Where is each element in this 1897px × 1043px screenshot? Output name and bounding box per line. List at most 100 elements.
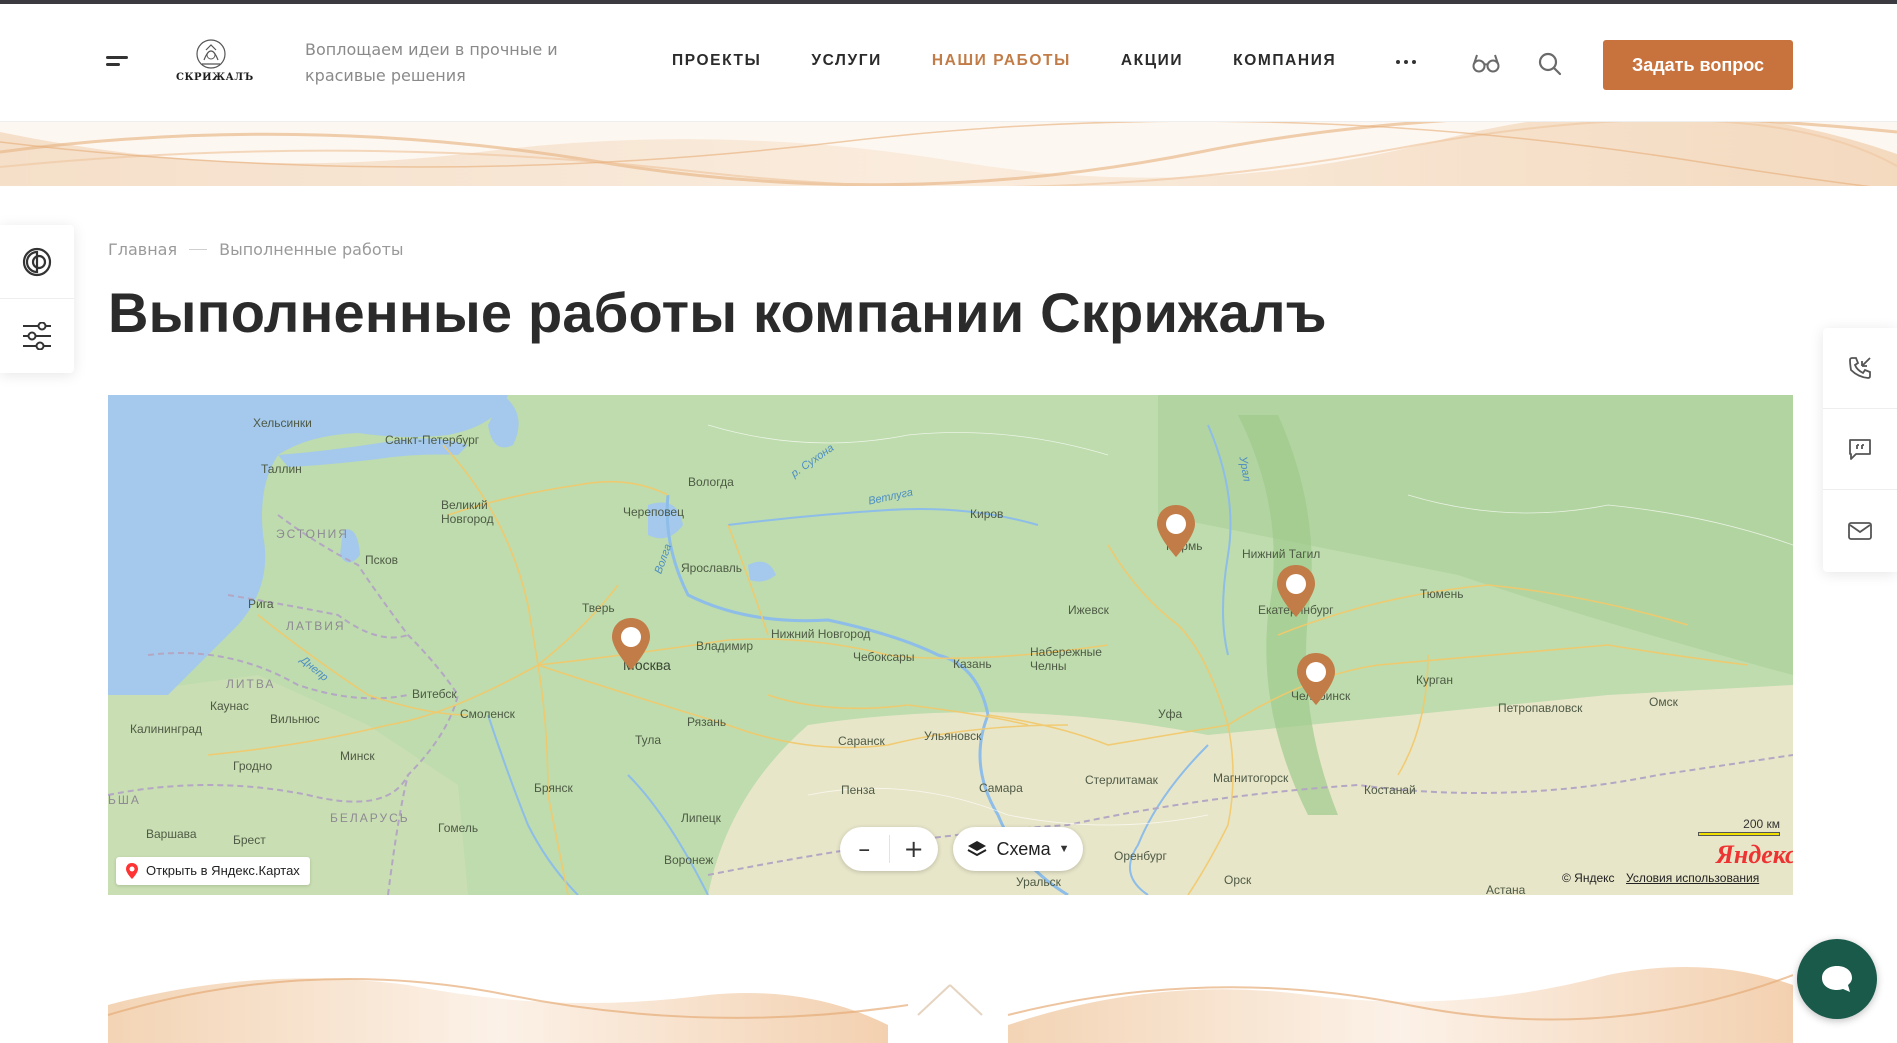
chat-icon bbox=[1822, 966, 1852, 992]
city-label: Брест bbox=[233, 833, 266, 847]
works-map[interactable]: ЭСТОНИЯ ЛАТВИЯ ЛИТВА БЕЛАРУСЬ ЬША р. Сух… bbox=[108, 395, 1793, 895]
map-pin-icon[interactable] bbox=[1274, 563, 1318, 619]
callback-button[interactable] bbox=[1823, 328, 1897, 409]
layers-icon bbox=[967, 841, 987, 857]
city-label: Нижний Тагил bbox=[1242, 547, 1321, 561]
map-type-button[interactable]: Схема ▼ bbox=[953, 827, 1083, 871]
city-label: Рига bbox=[248, 597, 274, 611]
filter-button[interactable] bbox=[0, 299, 74, 373]
city-label: Орск bbox=[1224, 873, 1252, 887]
open-in-yandex-maps-link[interactable]: Открыть в Яндекс.Картах bbox=[116, 857, 310, 885]
filter-icon bbox=[23, 322, 51, 350]
country-label: БЕЛАРУСЬ bbox=[330, 811, 410, 825]
yandex-pin-icon bbox=[126, 863, 138, 879]
city-label: Минск bbox=[340, 749, 375, 763]
city-label: Уральск bbox=[1016, 875, 1061, 889]
page-title: Выполненные работы компании Скрижалъ bbox=[108, 281, 1327, 344]
left-tools-panel bbox=[0, 225, 74, 373]
city-label: Киров bbox=[970, 507, 1004, 521]
city-label: Вильнюс bbox=[270, 712, 320, 726]
city-label: Варшава bbox=[146, 827, 197, 841]
city-label: Набережные Челны bbox=[1030, 645, 1102, 673]
site-logo[interactable]: СКРИЖАЛЪ bbox=[176, 38, 254, 88]
map-scale: 200 км bbox=[1690, 817, 1780, 836]
breadcrumb-home[interactable]: Главная bbox=[108, 240, 177, 259]
city-label: Псков bbox=[365, 553, 399, 567]
decorative-wave-top bbox=[0, 122, 1897, 186]
map-copyright: © Яндекс bbox=[1562, 871, 1615, 885]
city-label: Самара bbox=[979, 781, 1023, 795]
more-nav-icon[interactable] bbox=[1396, 60, 1416, 64]
city-label: Магнитогорск bbox=[1213, 771, 1289, 785]
city-label: Ижевск bbox=[1068, 603, 1109, 617]
nav-item-promotions[interactable]: АКЦИИ bbox=[1121, 52, 1183, 70]
site-tagline: Воплощаем идеи в прочные и красивые реше… bbox=[305, 40, 558, 85]
search-icon[interactable] bbox=[1538, 52, 1562, 76]
site-header: СКРИЖАЛЪ Воплощаем идеи в прочные и крас… bbox=[0, 4, 1897, 122]
city-label: Великий Новгород bbox=[441, 498, 494, 526]
breadcrumb-separator bbox=[189, 249, 208, 250]
city-label: Нижний Новгород bbox=[771, 627, 871, 641]
city-label: Тула bbox=[635, 733, 662, 747]
zoom-controls: – + bbox=[840, 827, 938, 871]
city-label: Калининград bbox=[130, 722, 203, 736]
city-label: Вологда bbox=[688, 475, 734, 489]
city-label: Астана bbox=[1486, 883, 1526, 895]
logo-text: СКРИЖАЛЪ bbox=[176, 72, 254, 83]
feedback-button[interactable] bbox=[1823, 409, 1897, 490]
map-type-label: Схема bbox=[996, 838, 1051, 859]
map-pin-icon[interactable] bbox=[1154, 503, 1198, 559]
city-label: Тверь bbox=[582, 601, 615, 615]
city-label: Ульяновск bbox=[924, 729, 982, 743]
email-button[interactable] bbox=[1823, 490, 1897, 571]
city-label: Уфа bbox=[1158, 707, 1183, 721]
right-contact-panel bbox=[1823, 328, 1897, 572]
city-label: Каунас bbox=[210, 699, 249, 713]
city-label: Брянск bbox=[534, 781, 573, 795]
zoom-out-button[interactable]: – bbox=[840, 827, 889, 871]
breadcrumb-current: Выполненные работы bbox=[219, 240, 404, 259]
nav-item-projects[interactable]: ПРОЕКТЫ bbox=[672, 52, 761, 70]
online-chat-button[interactable] bbox=[1797, 939, 1877, 1019]
map-pin-icon[interactable] bbox=[1294, 651, 1338, 707]
city-label: Оренбург bbox=[1114, 849, 1167, 863]
menu-icon[interactable] bbox=[106, 56, 128, 68]
nav-item-our-works[interactable]: НАШИ РАБОТЫ bbox=[932, 52, 1071, 70]
city-label: Смоленск bbox=[460, 707, 515, 721]
city-label: Костанай bbox=[1364, 783, 1416, 797]
logo-emblem-icon bbox=[196, 39, 226, 69]
map-terms-link[interactable]: Условия использования bbox=[1626, 871, 1759, 885]
city-label: Санкт-Петербург bbox=[385, 433, 480, 447]
nav-item-services[interactable]: УСЛУГИ bbox=[811, 52, 882, 70]
city-label: Воронеж bbox=[664, 853, 714, 867]
glasses-icon[interactable] bbox=[1472, 52, 1500, 74]
city-label: Саранск bbox=[838, 734, 885, 748]
scale-label: 200 км bbox=[1743, 817, 1780, 831]
city-label: Таллин bbox=[261, 462, 302, 476]
contrast-icon bbox=[22, 247, 52, 276]
contrast-button[interactable] bbox=[0, 225, 74, 299]
map-pin-icon[interactable] bbox=[609, 616, 653, 672]
country-label: ЛАТВИЯ bbox=[286, 619, 346, 633]
chat-quote-icon bbox=[1849, 439, 1871, 460]
city-label: Витебск bbox=[412, 687, 457, 701]
city-label: Ярославль bbox=[681, 561, 743, 575]
city-label: Липецк bbox=[681, 811, 721, 825]
city-label: Стерлитамак bbox=[1085, 773, 1158, 787]
city-label: Омск bbox=[1649, 695, 1678, 709]
yandex-logo: Яндекс bbox=[1716, 840, 1793, 869]
breadcrumb: Главная Выполненные работы bbox=[108, 240, 404, 259]
city-label: Гомель bbox=[438, 821, 479, 835]
city-label: Казань bbox=[953, 657, 992, 671]
nav-item-company[interactable]: КОМПАНИЯ bbox=[1233, 52, 1336, 70]
city-label: Тюмень bbox=[1420, 587, 1464, 601]
mail-icon bbox=[1848, 521, 1872, 540]
country-label: ЛИТВА bbox=[226, 677, 276, 691]
ask-question-button[interactable]: Задать вопрос bbox=[1603, 40, 1793, 90]
scale-bar bbox=[1698, 832, 1780, 836]
zoom-in-button[interactable]: + bbox=[889, 827, 938, 871]
city-label: Гродно bbox=[233, 759, 273, 773]
city-label: Пенза bbox=[841, 783, 876, 797]
city-label: Владимир bbox=[696, 639, 754, 653]
open-in-yandex-maps-label: Открыть в Яндекс.Картах bbox=[146, 863, 300, 878]
